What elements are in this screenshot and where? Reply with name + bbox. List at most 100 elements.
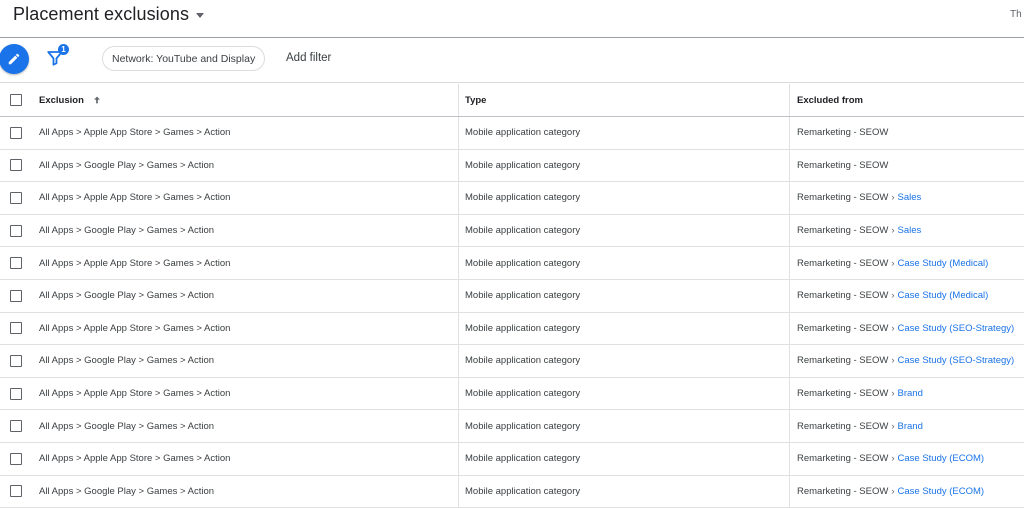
exclusion-cell: All Apps > Google Play > Games > Action — [39, 355, 215, 367]
ad-group-link[interactable]: Case Study (SEO-Strategy) — [898, 355, 1015, 366]
chevron-right-icon: › — [891, 290, 895, 302]
exclusion-cell: All Apps > Google Play > Games > Action — [39, 485, 215, 497]
ad-group-link[interactable]: Case Study (ECOM) — [898, 486, 985, 497]
column-divider — [789, 345, 790, 377]
exclusion-cell: All Apps > Google Play > Games > Action — [39, 225, 215, 237]
row-checkbox[interactable] — [10, 485, 22, 498]
table-row[interactable]: All Apps > Apple App Store > Games > Act… — [0, 377, 1024, 411]
column-header-label: Exclusion — [39, 94, 84, 106]
excluded-from-cell: Remarketing - SEOW › Sales — [797, 225, 921, 236]
ad-group-link[interactable]: Case Study (SEO-Strategy) — [898, 323, 1015, 334]
page-header: Placement exclusions Th — [0, 0, 1024, 38]
column-divider — [458, 410, 459, 442]
campaign-name: Remarketing - SEOW — [797, 322, 889, 334]
column-divider — [458, 377, 459, 410]
type-cell: Mobile application category — [465, 420, 581, 432]
column-header-type[interactable]: Type — [465, 95, 486, 106]
table-row[interactable]: All Apps > Apple App Store > Games > Act… — [0, 247, 1024, 280]
exclusion-cell: All Apps > Apple App Store > Games > Act… — [39, 257, 231, 269]
row-checkbox[interactable] — [10, 191, 22, 204]
type-cell: Mobile application category — [465, 257, 581, 269]
campaign-name: Remarketing - SEOW — [797, 257, 889, 269]
chevron-right-icon: › — [891, 485, 895, 497]
ad-group-link[interactable]: Case Study (Medical) — [898, 258, 989, 269]
row-checkbox[interactable] — [10, 354, 22, 367]
campaign-name: Remarketing - SEOW — [797, 485, 889, 497]
row-checkbox[interactable] — [10, 126, 22, 139]
table-row[interactable]: All Apps > Google Play > Games > Action M… — [0, 475, 1024, 508]
campaign-name: Remarketing - SEOW — [797, 159, 889, 171]
exclusion-cell: All Apps > Apple App Store > Games > Act… — [39, 192, 231, 204]
chevron-right-icon: › — [891, 192, 895, 204]
row-checkbox[interactable] — [10, 159, 22, 172]
table-row[interactable]: All Apps > Apple App Store > Games > Act… — [0, 117, 1024, 150]
column-header-exclusion[interactable]: Exclusion — [39, 95, 102, 106]
table-row[interactable]: All Apps > Google Play > Games > Action M… — [0, 279, 1024, 313]
campaign-name: Remarketing - SEOW — [797, 225, 889, 237]
ad-group-link[interactable]: Case Study (ECOM) — [898, 453, 985, 464]
column-divider — [789, 117, 790, 149]
page-title: Placement exclusions — [13, 4, 190, 24]
column-divider — [458, 475, 459, 508]
exclusion-cell: All Apps > Google Play > Games > Action — [39, 159, 215, 171]
excluded-from-cell: Remarketing - SEOW › Case Study (SEO-Strat… — [797, 355, 1014, 366]
column-divider — [458, 117, 459, 149]
column-divider — [789, 410, 790, 442]
table-row[interactable]: All Apps > Apple App Store > Games > Act… — [0, 182, 1024, 215]
type-cell: Mobile application category — [465, 355, 581, 367]
chevron-right-icon: › — [891, 453, 895, 465]
header-right-text: Th — [1010, 9, 1022, 20]
type-cell: Mobile application category — [465, 322, 581, 334]
ad-group-link[interactable]: Case Study (Medical) — [898, 290, 989, 301]
excluded-from-cell: Remarketing - SEOW — [797, 127, 888, 138]
row-checkbox[interactable] — [10, 387, 22, 400]
column-header-excluded-from[interactable]: Excluded from — [797, 95, 863, 106]
add-filter-button[interactable]: Add filter — [286, 52, 331, 64]
table-row[interactable]: All Apps > Google Play > Games > Action M… — [0, 410, 1024, 443]
table-row[interactable]: All Apps > Google Play > Games > Action M… — [0, 214, 1024, 248]
excluded-from-cell: Remarketing - SEOW › Brand — [797, 421, 923, 432]
type-cell: Mobile application category — [465, 485, 581, 497]
column-divider — [458, 279, 459, 312]
row-checkbox[interactable] — [10, 224, 22, 237]
row-checkbox[interactable] — [10, 257, 22, 270]
chevron-right-icon: › — [891, 355, 895, 367]
table-row[interactable]: All Apps > Google Play > Games > Action M… — [0, 345, 1024, 378]
campaign-name: Remarketing - SEOW — [797, 127, 889, 139]
network-filter-chip[interactable]: Network: YouTube and Display — [102, 46, 266, 71]
excluded-from-cell: Remarketing - SEOW › Case Study (ECOM) — [797, 486, 984, 497]
excluded-from-cell: Remarketing - SEOW › Sales — [797, 192, 921, 203]
column-divider — [458, 182, 459, 214]
row-checkbox[interactable] — [10, 322, 22, 335]
excluded-from-cell: Remarketing - SEOW › Case Study (SEO-Strat… — [797, 323, 1014, 334]
column-divider — [789, 377, 790, 410]
ad-group-link[interactable]: Sales — [898, 225, 922, 236]
edit-fab-button[interactable] — [0, 44, 29, 74]
select-all-checkbox[interactable] — [10, 94, 22, 106]
toolbar: 1 Network: YouTube and Display Add filte… — [0, 39, 1024, 83]
exclusion-cell: All Apps > Apple App Store > Games > Act… — [39, 388, 231, 400]
ad-group-link[interactable]: Sales — [898, 192, 922, 203]
column-divider — [789, 214, 790, 247]
column-divider — [789, 182, 790, 214]
table-body: All Apps > Apple App Store > Games > Act… — [0, 117, 1024, 508]
row-checkbox[interactable] — [10, 420, 22, 433]
campaign-name: Remarketing - SEOW — [797, 192, 889, 204]
row-checkbox[interactable] — [10, 289, 22, 302]
type-cell: Mobile application category — [465, 388, 581, 400]
excluded-from-cell: Remarketing - SEOW › Case Study (Medical) — [797, 258, 988, 269]
page-title-dropdown[interactable]: Placement exclusions — [13, 4, 205, 25]
ad-group-link[interactable]: Brand — [898, 388, 923, 399]
arrow-up-icon — [93, 96, 100, 103]
column-divider — [789, 84, 790, 116]
column-divider — [789, 312, 790, 345]
filter-count-badge: 1 — [58, 44, 69, 55]
table-row[interactable]: All Apps > Apple App Store > Games > Act… — [0, 442, 1024, 476]
excluded-from-cell: Remarketing - SEOW › Case Study (Medical) — [797, 290, 988, 301]
campaign-name: Remarketing - SEOW — [797, 420, 889, 432]
row-checkbox[interactable] — [10, 452, 22, 465]
column-divider — [458, 149, 459, 182]
ad-group-link[interactable]: Brand — [898, 421, 923, 432]
table-row[interactable]: All Apps > Google Play > Games > Action M… — [0, 149, 1024, 183]
table-row[interactable]: All Apps > Apple App Store > Games > Act… — [0, 312, 1024, 346]
